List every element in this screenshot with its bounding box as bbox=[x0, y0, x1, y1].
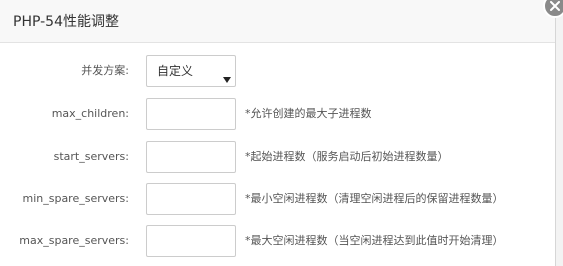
dialog-header: PHP-54性能调整 bbox=[0, 0, 555, 43]
min-spare-servers-input[interactable] bbox=[146, 183, 236, 215]
concurrency-select[interactable]: 自定义 bbox=[146, 55, 236, 87]
form-row-start-servers: start_servers: *起始进程数（服务启动后初始进程数量） bbox=[0, 141, 556, 173]
form-row-max-children: max_children: *允许创建的最大子进程数 bbox=[0, 98, 556, 130]
start-servers-hint: *起始进程数（服务启动后初始进程数量） bbox=[245, 150, 449, 163]
form-row-min-spare-servers: min_spare_servers: *最小空闲进程数（清理空闲进程后的保留进程… bbox=[0, 183, 556, 215]
max-spare-servers-hint: *最大空闲进程数（当空闲进程达到此值时开始清理） bbox=[245, 234, 504, 247]
close-icon bbox=[550, 1, 560, 11]
min-spare-servers-label: min_spare_servers: bbox=[22, 192, 129, 205]
concurrency-select-value: 自定义 bbox=[157, 64, 194, 78]
min-spare-servers-hint: *最小空闲进程数（清理空闲进程后的保留进程数量） bbox=[245, 192, 504, 205]
max-spare-servers-input[interactable] bbox=[146, 225, 236, 257]
max-spare-servers-label: max_spare_servers: bbox=[19, 234, 129, 247]
concurrency-label: 并发方案: bbox=[81, 64, 129, 77]
dialog-title: PHP-54性能调整 bbox=[13, 14, 119, 30]
start-servers-label: start_servers: bbox=[53, 150, 129, 163]
max-children-label: max_children: bbox=[51, 107, 129, 120]
caret-down-icon bbox=[223, 68, 231, 87]
php-performance-dialog: PHP-54性能调整 并发方案: 自定义 max_children: *允许创建… bbox=[0, 0, 556, 266]
start-servers-input[interactable] bbox=[146, 141, 236, 173]
max-children-hint: *允许创建的最大子进程数 bbox=[245, 107, 372, 120]
max-children-input[interactable] bbox=[146, 98, 236, 130]
form-row-max-spare-servers: max_spare_servers: *最大空闲进程数（当空闲进程达到此值时开始… bbox=[0, 225, 556, 257]
form-row-concurrency: 并发方案: 自定义 bbox=[0, 55, 556, 87]
